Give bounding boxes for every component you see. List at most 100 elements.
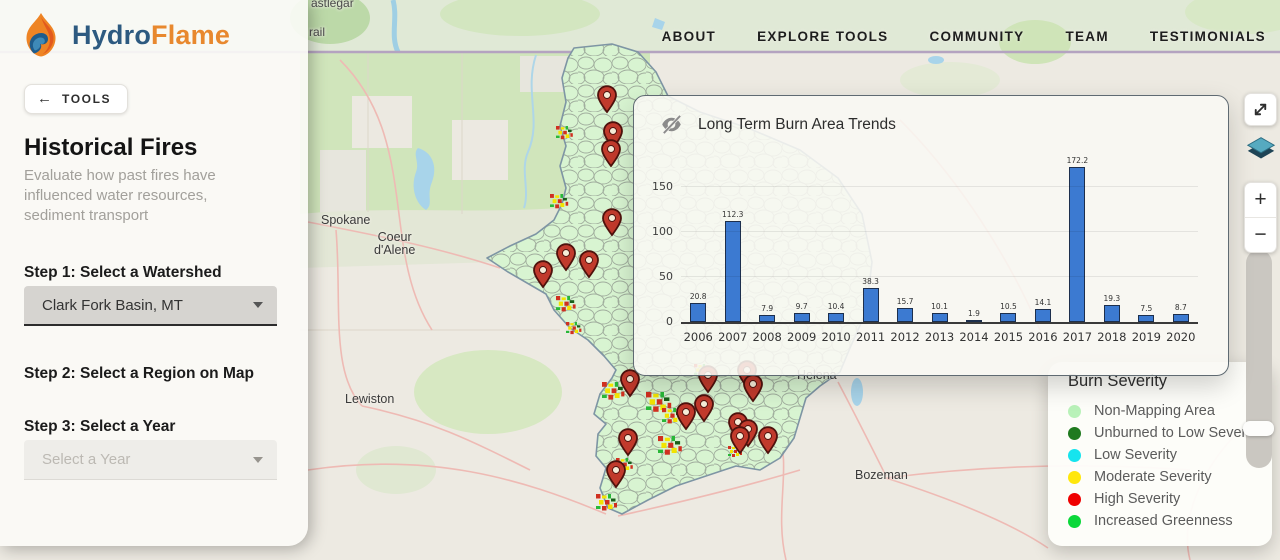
expand-map-button[interactable] xyxy=(1244,93,1277,126)
bar-2011[interactable]: 38.3 xyxy=(853,277,887,322)
nav-item-team[interactable]: TEAM xyxy=(1065,29,1108,44)
bar-value-label: 1.9 xyxy=(968,309,980,318)
x-axis-label: 2010 xyxy=(819,330,853,344)
layers-icon xyxy=(1244,133,1278,165)
bar-value-label: 9.7 xyxy=(796,302,808,311)
bar-2019[interactable]: 7.5 xyxy=(1129,304,1163,322)
app-stage: astlegar rail Spokane Coeur d'Alene Lewi… xyxy=(0,0,1280,560)
bar-2010[interactable]: 10.4 xyxy=(819,302,853,322)
legend-color-dot xyxy=(1068,515,1081,528)
legend-scrollbar-thumb[interactable] xyxy=(1243,421,1274,436)
bar-rect xyxy=(932,313,948,322)
y-axis-tick: 100 xyxy=(643,225,673,238)
year-select[interactable]: Select a Year xyxy=(24,440,277,480)
bar-2013[interactable]: 10.1 xyxy=(922,302,956,322)
watershed-select[interactable]: Clark Fork Basin, MT xyxy=(24,286,277,326)
chart-x-axis-labels: 2006200720082009201020112012201320142015… xyxy=(681,330,1198,344)
legend-row: Non-Mapping Area xyxy=(1068,400,1272,422)
x-axis-label: 2007 xyxy=(715,330,749,344)
brand-name: HydroFlame xyxy=(72,20,230,51)
bar-value-label: 20.8 xyxy=(690,292,707,301)
nav-item-explore-tools[interactable]: EXPLORE TOOLS xyxy=(757,29,888,44)
zoom-in-button[interactable]: + xyxy=(1245,183,1276,218)
bar-rect xyxy=(794,313,810,322)
bar-rect xyxy=(828,313,844,322)
back-arrow-icon: ← xyxy=(37,93,52,105)
nav-item-about[interactable]: ABOUT xyxy=(662,29,717,44)
nav-item-community[interactable]: COMMUNITY xyxy=(929,29,1024,44)
bar-value-label: 15.7 xyxy=(897,297,914,306)
legend-label: Increased Greenness xyxy=(1094,513,1233,529)
bar-2017[interactable]: 172.2 xyxy=(1060,156,1094,322)
legend-color-dot xyxy=(1068,449,1081,462)
expand-icon xyxy=(1251,100,1270,119)
chevron-down-icon xyxy=(253,302,263,308)
bar-value-label: 19.3 xyxy=(1104,294,1121,303)
bar-2016[interactable]: 14.1 xyxy=(1026,298,1060,322)
x-axis-label: 2011 xyxy=(853,330,887,344)
bar-2012[interactable]: 15.7 xyxy=(888,297,922,322)
bar-2018[interactable]: 19.3 xyxy=(1095,294,1129,322)
nav-item-testimonials[interactable]: TESTIMONIALS xyxy=(1150,29,1266,44)
bar-rect xyxy=(690,303,706,322)
legend-label: Moderate Severity xyxy=(1094,469,1212,485)
bar-rect xyxy=(725,221,741,322)
x-axis-label: 2012 xyxy=(888,330,922,344)
map-label-lewiston: Lewiston xyxy=(345,393,394,406)
legend-row: Low Severity xyxy=(1068,444,1272,466)
bar-2006[interactable]: 20.8 xyxy=(681,292,715,322)
legend-scrollbar-track[interactable] xyxy=(1246,250,1272,468)
zoom-out-button[interactable]: − xyxy=(1245,218,1276,252)
step1-label: Step 1: Select a Watershed xyxy=(24,264,222,282)
bar-value-label: 7.9 xyxy=(761,304,773,313)
x-axis-label: 2009 xyxy=(784,330,818,344)
step2-label: Step 2: Select a Region on Map xyxy=(24,365,254,383)
bar-value-label: 8.7 xyxy=(1175,303,1187,312)
bar-2015[interactable]: 10.5 xyxy=(991,302,1025,322)
bar-chart-plot: 05010015020.8112.37.99.710.438.315.710.1… xyxy=(681,158,1198,324)
legend-label: Low Severity xyxy=(1094,447,1177,463)
bar-value-label: 14.1 xyxy=(1035,298,1052,307)
step3-label: Step 3: Select a Year xyxy=(24,418,175,436)
legend-label: Unburned to Low Severity xyxy=(1094,425,1261,441)
map-label-coeur-dalene: Coeur d'Alene xyxy=(374,231,415,257)
legend-row: Unburned to Low Severity xyxy=(1068,422,1272,444)
gridline xyxy=(681,186,1198,187)
visibility-off-icon[interactable] xyxy=(660,113,683,136)
legend-color-dot xyxy=(1068,427,1081,440)
bar-2008[interactable]: 7.9 xyxy=(750,304,784,322)
bar-value-label: 7.5 xyxy=(1140,304,1152,313)
x-axis-label: 2006 xyxy=(681,330,715,344)
bar-rect xyxy=(897,308,913,322)
bar-2020[interactable]: 8.7 xyxy=(1164,303,1198,322)
brand[interactable]: HydroFlame xyxy=(20,12,230,58)
bar-2009[interactable]: 9.7 xyxy=(784,302,818,322)
legend-label: High Severity xyxy=(1094,491,1180,507)
legend-row: High Severity xyxy=(1068,488,1272,510)
map-label-trail: rail xyxy=(309,26,325,39)
map-label-castlegar: astlegar xyxy=(311,0,354,10)
watershed-select-value: Clark Fork Basin, MT xyxy=(42,297,183,314)
bar-rect xyxy=(1069,167,1085,322)
bar-2014[interactable]: 1.9 xyxy=(957,309,991,322)
bar-rect xyxy=(1138,315,1154,322)
chart-header: Long Term Burn Area Trends xyxy=(660,113,896,136)
x-axis-label: 2013 xyxy=(922,330,956,344)
x-axis-label: 2018 xyxy=(1095,330,1129,344)
panel-description: Evaluate how past fires have influenced … xyxy=(24,166,262,226)
bar-rect xyxy=(1173,314,1189,322)
top-navigation: ABOUT EXPLORE TOOLS COMMUNITY TEAM TESTIMONI… xyxy=(662,29,1266,44)
legend-row: Moderate Severity xyxy=(1068,466,1272,488)
bar-value-label: 10.5 xyxy=(1000,302,1017,311)
legend-label: Non-Mapping Area xyxy=(1094,403,1215,419)
bar-value-label: 10.4 xyxy=(828,302,845,311)
bar-value-label: 10.1 xyxy=(931,302,948,311)
layers-button[interactable] xyxy=(1243,131,1279,167)
bar-2007[interactable]: 112.3 xyxy=(715,210,749,322)
x-axis-label: 2016 xyxy=(1026,330,1060,344)
legend-row: Increased Greenness xyxy=(1068,510,1272,532)
gridline xyxy=(681,231,1198,232)
x-axis-label: 2017 xyxy=(1060,330,1094,344)
back-to-tools-button[interactable]: ← TOOLS xyxy=(24,84,128,114)
x-axis-label: 2008 xyxy=(750,330,784,344)
